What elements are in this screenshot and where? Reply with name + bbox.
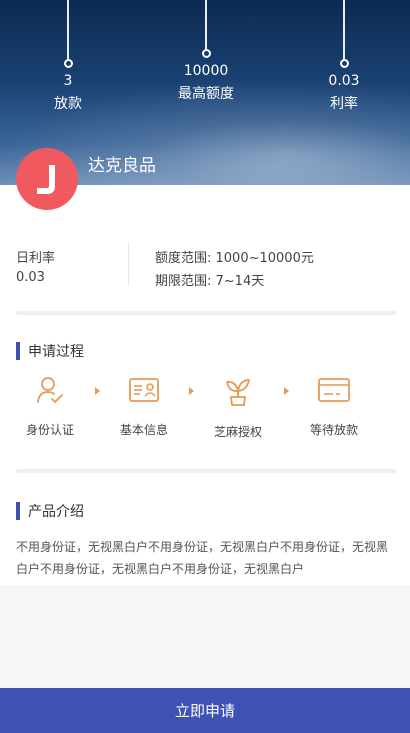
term-range: 期限范围: 7~14天 xyxy=(155,274,265,289)
divider xyxy=(128,242,129,286)
amount-range: 额度范围: 1000~10000元 xyxy=(155,251,314,266)
title-accent-bar xyxy=(16,502,20,520)
bank-card-icon xyxy=(318,378,350,402)
stat-connector-line xyxy=(67,0,69,60)
stat-label: 最高额度 xyxy=(178,86,234,102)
stat-label: 利率 xyxy=(330,96,358,112)
process-steps: 身份认证 基本信息 芝麻授权 等待放款 xyxy=(0,375,410,455)
daily-rate-value: 0.03 xyxy=(16,270,45,285)
title-accent-bar xyxy=(16,342,20,360)
step-label: 等待放款 xyxy=(309,423,358,437)
sprout-icon xyxy=(226,379,250,406)
stat-value: 0.03 xyxy=(328,73,360,89)
process-section: 申请过程 身份认证 基本信息 芝麻授权 等待放款 xyxy=(0,315,410,475)
step-label: 基本信息 xyxy=(119,423,168,437)
apply-now-button[interactable]: 立即申请 xyxy=(0,688,410,733)
section-title-text: 申请过程 xyxy=(28,344,84,360)
stat-value: 3 xyxy=(63,73,73,89)
logo-j-icon xyxy=(37,165,55,194)
stat-value: 10000 xyxy=(183,63,229,79)
intro-text: 不用身份证，无视黑白户不用身份证，无视黑白户不用身份证，无视黑白户不用身份证，无… xyxy=(16,540,389,576)
product-logo xyxy=(16,148,78,210)
id-card-icon xyxy=(129,378,159,402)
step-wait-loan: 等待放款 xyxy=(289,375,379,438)
intro-title: 产品介绍 xyxy=(16,501,84,521)
step-sesame-auth: 芝麻授权 xyxy=(193,375,283,440)
stat-marker-dot xyxy=(339,59,349,68)
step-identity: 身份认证 xyxy=(5,375,95,438)
stat-connector-line xyxy=(205,0,207,50)
daily-rate-label: 日利率 xyxy=(16,251,56,266)
step-basic-info: 基本信息 xyxy=(99,375,189,438)
stat-connector-line xyxy=(343,0,345,60)
divider xyxy=(16,469,396,473)
stat-marker-dot xyxy=(63,59,73,68)
product-name: 达克良品 xyxy=(88,156,156,176)
step-label: 芝麻授权 xyxy=(213,425,262,439)
section-title-text: 产品介绍 xyxy=(28,504,84,520)
identity-check-icon xyxy=(37,377,63,403)
stat-label: 放款 xyxy=(54,96,82,112)
step-label: 身份认证 xyxy=(25,423,74,437)
stat-marker-dot xyxy=(201,49,211,58)
process-title: 申请过程 xyxy=(16,341,84,361)
